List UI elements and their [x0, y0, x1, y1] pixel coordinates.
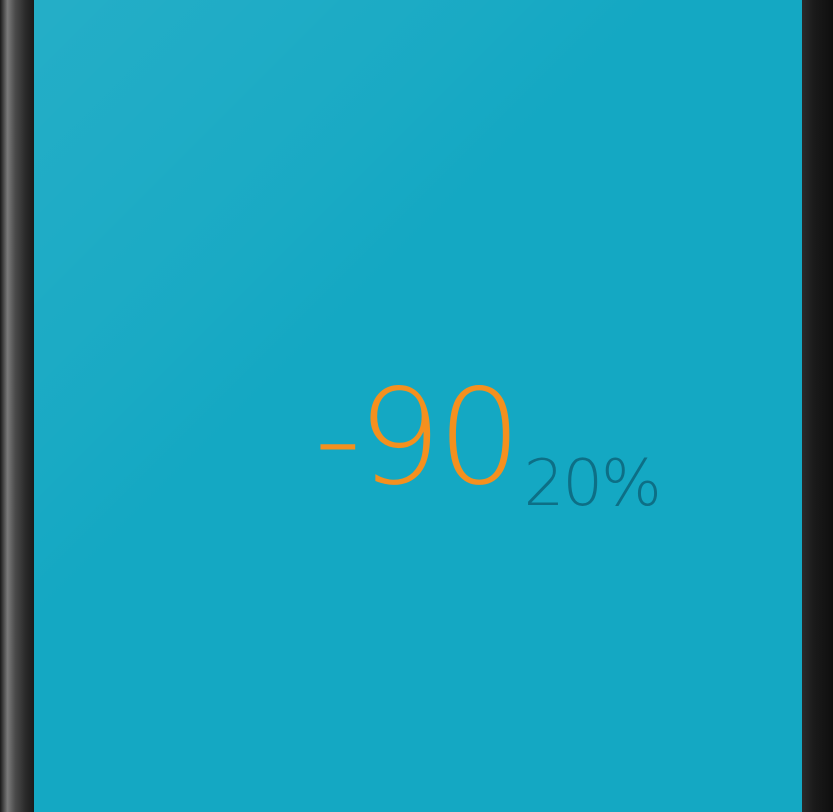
device-frame: -9020%	[0, 0, 833, 812]
screen: -9020%	[34, 0, 802, 812]
signal-readout: -9020%	[314, 361, 662, 522]
device-bezel-right	[802, 0, 833, 812]
sub-value: 20%	[523, 447, 662, 521]
device-bezel-left	[0, 0, 34, 812]
main-value: -90	[314, 361, 522, 515]
